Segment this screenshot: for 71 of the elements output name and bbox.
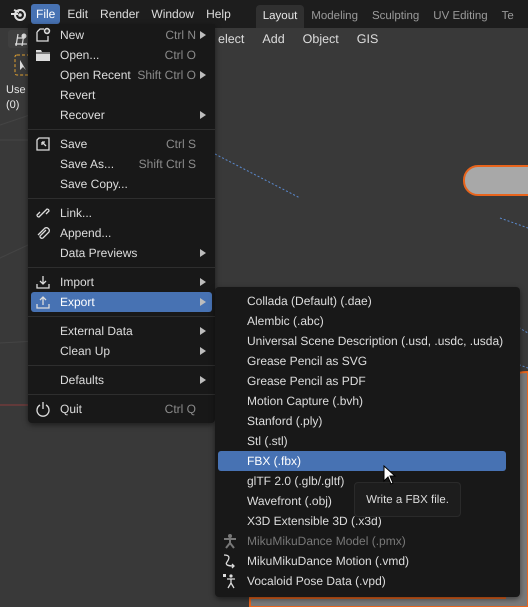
- viewport-menu[interactable]: Object: [302, 30, 339, 48]
- menu-item[interactable]: Open Recent Shift Ctrl O: [31, 65, 212, 85]
- workspace-tab[interactable]: Sculpting: [364, 5, 426, 28]
- shortcut-text: Ctrl N: [165, 28, 196, 42]
- figure-icon: [222, 533, 238, 549]
- menu-item[interactable]: Window: [146, 4, 200, 24]
- menu-item[interactable]: Defaults: [31, 370, 212, 390]
- shortcut-text: Ctrl S: [166, 137, 196, 151]
- menu-item[interactable]: Quit Ctrl Q: [31, 399, 212, 419]
- shortcut-text: Ctrl O: [164, 48, 196, 62]
- workspace-tab[interactable]: UV Editing: [426, 5, 495, 28]
- menu-item[interactable]: Grease Pencil as PDF: [218, 371, 506, 391]
- viewport-menu[interactable]: elect: [218, 30, 244, 48]
- folder-icon: [35, 47, 51, 63]
- tooltip: Write a FBX file.: [354, 482, 461, 517]
- save-icon: [35, 136, 51, 152]
- power-icon: [35, 401, 51, 417]
- menu-item[interactable]: Universal Scene Description (.usd, .usdc, .usda): [218, 331, 518, 351]
- viewport-menu[interactable]: Add: [262, 30, 285, 48]
- menu-item[interactable]: Append...: [31, 223, 212, 243]
- import-icon: [35, 274, 51, 290]
- submenu-arrow-icon: [200, 347, 206, 355]
- mouse-cursor-icon: [383, 465, 397, 485]
- viewport-info-text: Use: [6, 84, 26, 96]
- submenu-arrow-icon: [200, 298, 206, 306]
- menu-item[interactable]: Collada (Default) (.dae): [218, 291, 506, 311]
- submenu-arrow-icon: [200, 327, 206, 335]
- menu-item[interactable]: Vocaloid Pose Data (.vpd): [218, 571, 506, 591]
- menu-item[interactable]: Save As... Shift Ctrl S: [31, 154, 212, 174]
- workspace-tab[interactable]: Layout: [256, 5, 304, 28]
- menu-item[interactable]: MikuMikuDance Motion (.vmd): [218, 551, 506, 571]
- shortcut-text: Shift Ctrl O: [137, 68, 196, 82]
- menu-item[interactable]: Stl (.stl): [218, 431, 506, 451]
- menu-item[interactable]: Recover: [31, 105, 212, 125]
- submenu-arrow-icon: [200, 111, 206, 119]
- viewport-info-text: (0): [6, 99, 20, 111]
- menu-item[interactable]: Data Previews: [31, 243, 212, 263]
- menu-item[interactable]: External Data: [31, 321, 212, 341]
- submenu-arrow-icon: [200, 249, 206, 257]
- shortcut-text: Shift Ctrl S: [138, 157, 196, 171]
- menu-item[interactable]: Import: [31, 272, 212, 292]
- pose-figure-icon: [222, 573, 238, 589]
- menu-item[interactable]: Help: [201, 4, 236, 24]
- workspace-tab[interactable]: Modeling: [304, 5, 365, 28]
- shortcut-text: Ctrl Q: [164, 402, 196, 416]
- export-icon: [35, 294, 51, 310]
- menu-item[interactable]: Clean Up: [31, 341, 212, 361]
- menu-item[interactable]: Save Copy...: [31, 174, 212, 194]
- submenu-arrow-icon: [200, 278, 206, 286]
- menu-item[interactable]: FBX (.fbx): [218, 451, 506, 471]
- menu-item[interactable]: Motion Capture (.bvh): [218, 391, 506, 411]
- menu-item[interactable]: Export: [31, 292, 212, 312]
- menu-item[interactable]: New Ctrl N: [31, 25, 212, 45]
- paperclip-icon: [35, 225, 51, 241]
- menu-item[interactable]: Revert: [31, 85, 212, 105]
- submenu-arrow-icon: [200, 71, 206, 79]
- menu-item[interactable]: Alembic (.abc): [218, 311, 506, 331]
- blender-logo-icon: [10, 7, 27, 21]
- menu-item[interactable]: Save Ctrl S: [31, 134, 212, 154]
- new-file-icon: [35, 27, 51, 43]
- menu-item[interactable]: File: [31, 4, 60, 24]
- menu-item[interactable]: Grease Pencil as SVG: [218, 351, 506, 371]
- viewport-menu[interactable]: GIS: [356, 30, 378, 48]
- menu-item[interactable]: Link...: [31, 203, 212, 223]
- menu-item[interactable]: Edit: [62, 4, 94, 24]
- workspace-tab[interactable]: Te: [494, 5, 521, 28]
- menu-item[interactable]: Stanford (.ply): [218, 411, 506, 431]
- menu-item[interactable]: Render: [95, 4, 144, 24]
- submenu-arrow-icon: [200, 376, 206, 384]
- menu-item[interactable]: Open... Ctrl O: [31, 45, 212, 65]
- submenu-arrow-icon: [200, 31, 206, 39]
